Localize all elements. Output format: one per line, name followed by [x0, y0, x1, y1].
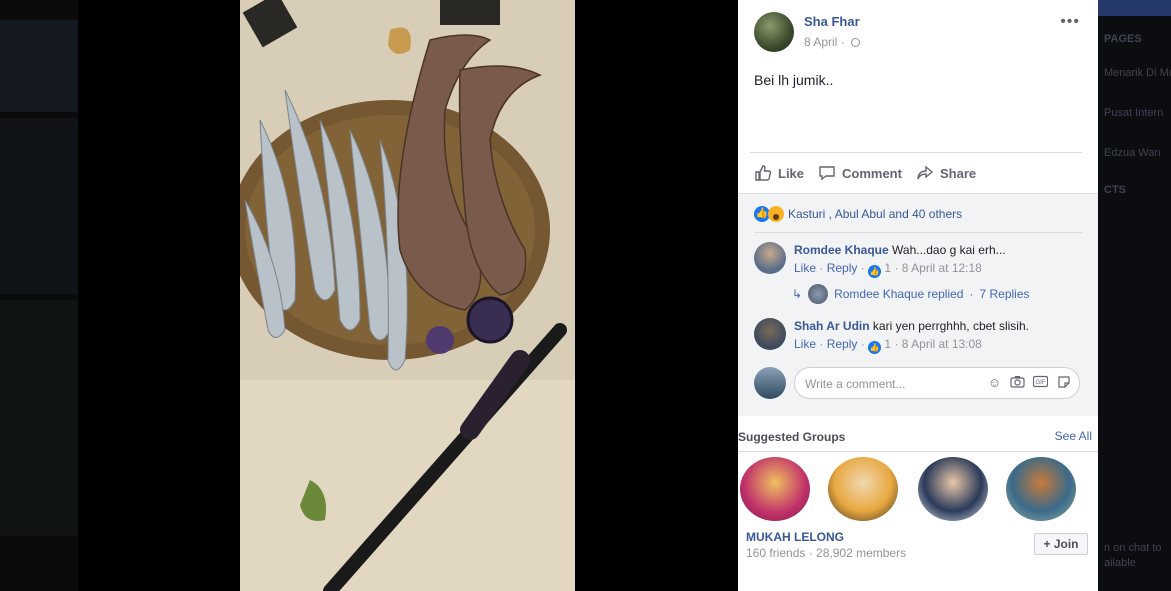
post-photo[interactable] — [240, 0, 575, 591]
reactions-summary[interactable]: 👍 Kasturi , Abul Abul and 40 others — [754, 206, 962, 222]
comment-actions: Like · Reply · 👍 1 · 8 April at 12:18 — [794, 261, 982, 278]
join-label: Join — [1053, 537, 1079, 551]
share-label: Share — [940, 165, 977, 181]
background-thumbnail — [0, 118, 78, 294]
see-all-link[interactable]: See All — [1055, 429, 1092, 443]
post-action-bar: Like Comment Share — [750, 152, 1082, 193]
group-photo[interactable] — [1006, 457, 1076, 521]
comment-button[interactable]: Comment — [818, 164, 902, 182]
background-sidebar-item: Pusat Intern — [1104, 107, 1164, 119]
comment-like-count[interactable]: 1 — [884, 337, 891, 351]
post-header: Sha Fhar 8 April · ••• — [738, 0, 1098, 60]
thumbs-up-icon — [755, 165, 772, 181]
group-meta: 160 friends · 28,902 members — [746, 546, 907, 560]
emoji-icon[interactable]: ☺ — [987, 375, 1002, 390]
like-label: Like — [778, 165, 805, 181]
comment-input-placeholder: Write a comment... — [805, 377, 906, 391]
comment-input[interactable]: Write a comment... ☺ GIF — [794, 367, 1080, 399]
background-section-contacts: CTS — [1104, 184, 1126, 196]
commenter-name[interactable]: Shah Ar Udin — [794, 319, 870, 333]
like-count-icon: 👍 — [868, 265, 882, 278]
background-chat-note: n on chat to — [1104, 542, 1162, 554]
suggested-groups-carousel — [738, 457, 1098, 525]
divider — [754, 232, 1082, 233]
svg-text:GIF: GIF — [1036, 380, 1046, 386]
comment-like-link[interactable]: Like — [794, 261, 816, 275]
replier-avatar — [808, 284, 829, 304]
author-name[interactable]: Sha Fhar — [804, 14, 860, 29]
suggested-groups-title: Suggested Groups — [738, 430, 846, 444]
join-group-button[interactable]: + Join — [1034, 533, 1088, 555]
group-photo[interactable] — [828, 457, 898, 521]
commenter-name[interactable]: Romdee Khaque — [794, 243, 889, 257]
more-options-icon[interactable]: ••• — [1060, 13, 1080, 31]
comment-reply-link[interactable]: Reply — [827, 337, 858, 351]
background-sidebar-item: Menarik Di Mu — [1104, 67, 1171, 79]
comments-section: 👍 Kasturi , Abul Abul and 40 others Romd… — [738, 193, 1098, 416]
post-side-panel: Sha Fhar 8 April · ••• Bei lh jumik.. Li… — [738, 0, 1098, 591]
author-avatar[interactable] — [754, 12, 794, 52]
background-topbar — [1098, 0, 1171, 16]
comment-like-link[interactable]: Like — [794, 337, 816, 351]
reactions-text: Kasturi , Abul Abul and 40 others — [788, 207, 963, 221]
comment-timestamp[interactable]: 8 April at 13:08 — [902, 337, 982, 351]
reply-arrow-icon: ↳ — [792, 287, 803, 301]
background-thumbnail — [0, 20, 78, 112]
replies-count: 7 Replies — [979, 287, 1030, 301]
group-name[interactable]: MUKAH LELONG — [746, 530, 844, 544]
background-sidebar-item: Edzua Wan — [1104, 147, 1161, 159]
share-arrow-icon — [917, 165, 934, 180]
gif-icon[interactable]: GIF — [1032, 375, 1049, 390]
fish-photo-image — [240, 0, 575, 591]
comment-body: Romdee Khaque Wah...dao g kai erh... — [794, 243, 1006, 257]
divider — [738, 451, 1098, 452]
comment-like-count[interactable]: 1 — [884, 261, 891, 275]
comment-input-tools: ☺ GIF — [987, 375, 1071, 390]
current-user-avatar — [754, 367, 786, 399]
like-count-icon: 👍 — [868, 341, 882, 354]
camera-icon[interactable] — [1010, 375, 1025, 390]
sticker-icon[interactable] — [1056, 375, 1071, 390]
background-section-pages: PAGES — [1104, 33, 1142, 45]
background-thumbnail — [0, 300, 78, 536]
globe-icon — [851, 38, 861, 47]
dot-separator: · — [840, 35, 849, 49]
post-meta: 8 April · — [804, 35, 861, 49]
post-text: Bei lh jumik.. — [754, 72, 834, 88]
post-date[interactable]: 8 April — [804, 35, 837, 49]
group-photo[interactable] — [740, 457, 810, 521]
background-chat-note: ailable — [1104, 557, 1136, 569]
comment-reply-link[interactable]: Reply — [827, 261, 858, 275]
like-button[interactable]: Like — [754, 164, 804, 182]
plus-icon: + — [1043, 537, 1051, 551]
replied-label: Romdee Khaque replied — [834, 287, 964, 301]
comment-bubble-icon — [819, 166, 835, 181]
group-photo[interactable] — [918, 457, 988, 521]
background-left-strip — [0, 0, 78, 591]
view-replies-link[interactable]: ↳ Romdee Khaque replied · 7 Replies — [792, 284, 1030, 304]
comment-text: kari yen perrghhh, cbet slisih. — [872, 319, 1029, 333]
comment-text: Wah...dao g kai erh... — [892, 243, 1006, 257]
comment-label: Comment — [842, 165, 902, 181]
background-right-sidebar: PAGES Menarik Di Mu Pusat Intern Edzua W… — [1098, 0, 1171, 591]
comment-actions: Like · Reply · 👍 1 · 8 April at 13:08 — [794, 337, 982, 354]
comment-body: Shah Ar Udin kari yen perrghhh, cbet sli… — [794, 319, 1029, 333]
commenter-avatar[interactable] — [754, 242, 786, 274]
share-button[interactable]: Share — [916, 164, 976, 182]
wow-reaction-icon — [768, 206, 784, 222]
commenter-avatar[interactable] — [754, 318, 786, 350]
comment-timestamp[interactable]: 8 April at 12:18 — [902, 261, 982, 275]
